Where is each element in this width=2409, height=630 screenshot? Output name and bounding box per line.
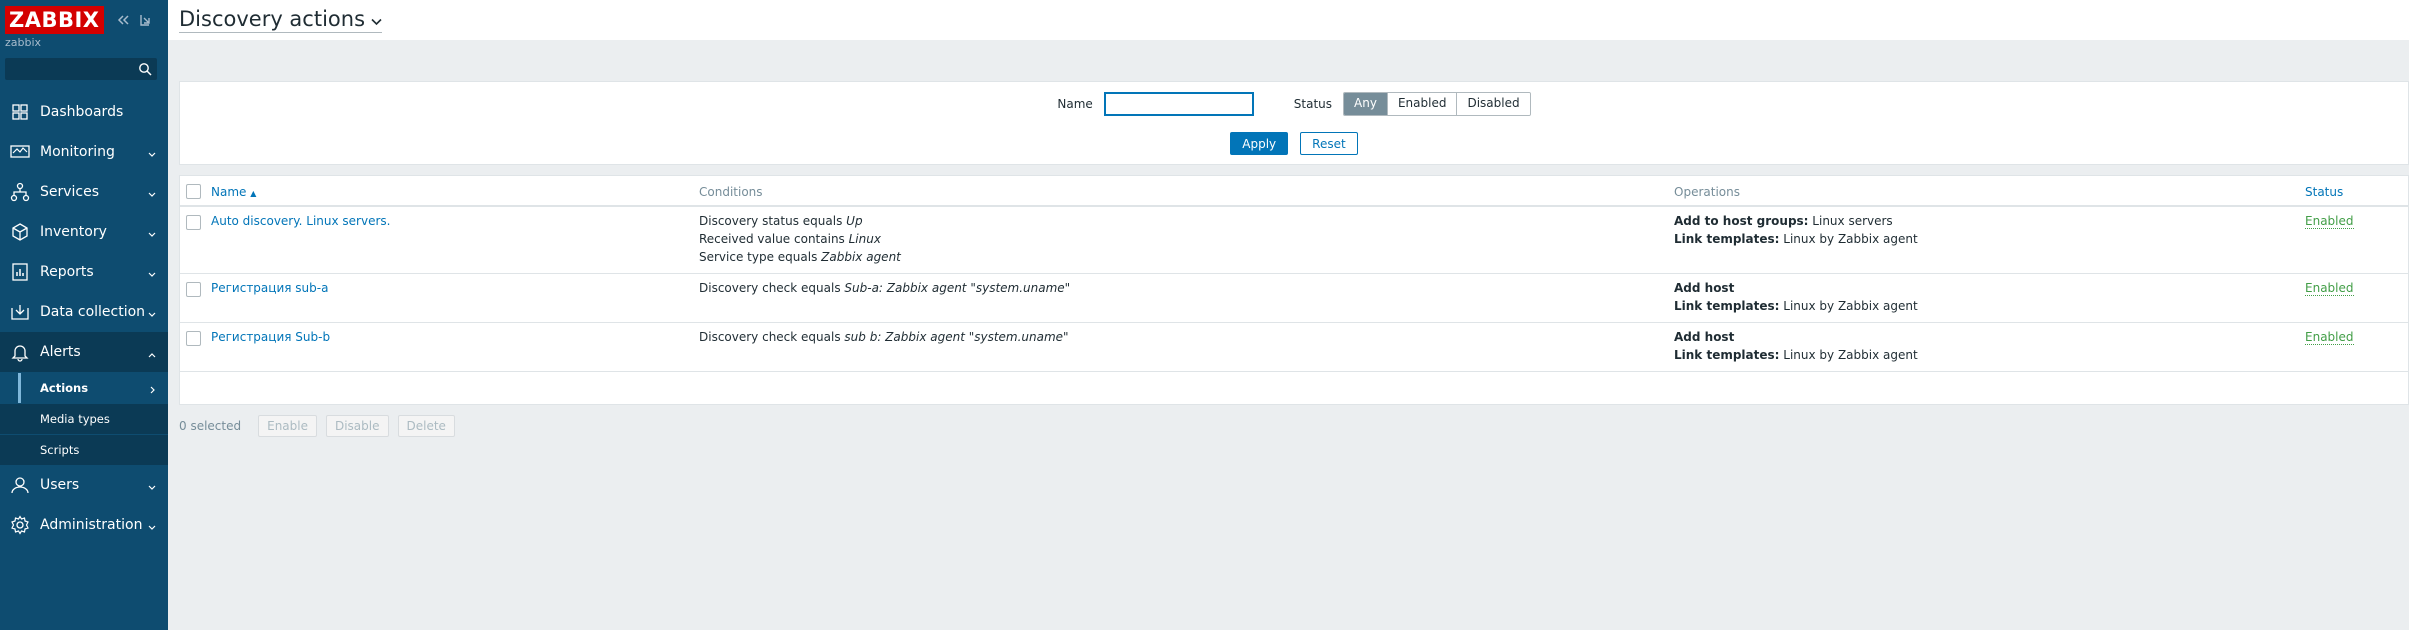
- menu-dashboards[interactable]: Dashboards: [0, 92, 168, 132]
- chevron-down-icon: [371, 7, 382, 31]
- collapse-sidebar-icon[interactable]: [116, 13, 130, 27]
- data-collection-icon: [0, 303, 40, 321]
- status-toggle[interactable]: Enabled: [2305, 212, 2354, 230]
- submenu-media-types[interactable]: Media types: [0, 403, 168, 434]
- menu-data-collection[interactable]: Data collection: [0, 292, 168, 332]
- menu-label: Reports: [40, 264, 94, 280]
- submenu-label: Media types: [40, 412, 110, 426]
- main-content: Discovery actions Name Status Any Enable…: [168, 0, 2409, 630]
- menu-label: Administration: [40, 517, 143, 533]
- menu-label: Users: [40, 477, 80, 493]
- sort-ascending-icon: ▲: [250, 189, 257, 198]
- row-checkbox[interactable]: [186, 215, 201, 230]
- actions-table: Name ▲ Conditions Operations Status Auto…: [179, 175, 2409, 405]
- name-filter-label: Name: [1057, 97, 1093, 111]
- submenu-label: Scripts: [40, 443, 80, 457]
- column-header-operations: Operations: [1674, 185, 1740, 199]
- page-title: Discovery actions: [179, 7, 366, 31]
- column-header-name[interactable]: Name ▲: [211, 185, 256, 199]
- status-filter-label: Status: [1293, 97, 1333, 111]
- row-checkbox[interactable]: [186, 331, 201, 346]
- operations-cell: Add to host groups: Linux servers Link t…: [1674, 214, 1918, 246]
- table-row: Регистрация sub-a Discovery check equals…: [180, 274, 2408, 323]
- name-filter-input[interactable]: [1103, 92, 1254, 116]
- table-row: Auto discovery. Linux servers. Discovery…: [180, 207, 2408, 274]
- menu-label: Inventory: [40, 224, 107, 240]
- menu-alerts[interactable]: Alerts: [0, 332, 168, 372]
- menu-label: Alerts: [40, 344, 81, 360]
- menu-monitoring[interactable]: Monitoring: [0, 132, 168, 172]
- submenu-label: Actions: [40, 381, 89, 395]
- selected-count: 0 selected: [179, 419, 242, 433]
- conditions-cell: Discovery status equals Up Received valu…: [699, 214, 901, 264]
- menu-users[interactable]: Users: [0, 465, 168, 505]
- status-option-enabled[interactable]: Enabled: [1386, 93, 1457, 115]
- submenu-scripts[interactable]: Scripts: [0, 434, 168, 465]
- conditions-cell: Discovery check equals Sub-a: Zabbix age…: [699, 281, 1071, 295]
- row-checkbox[interactable]: [186, 282, 201, 297]
- action-name-link[interactable]: Регистрация Sub-b: [211, 328, 330, 346]
- delete-button[interactable]: Delete: [397, 415, 455, 437]
- chevron-down-icon: [148, 187, 156, 201]
- search-input[interactable]: [6, 59, 156, 79]
- monitoring-icon: [0, 143, 40, 161]
- operations-cell: Add host Link templates: Linux by Zabbix…: [1674, 330, 1918, 362]
- chevron-down-icon: [148, 520, 156, 534]
- user-icon: [0, 475, 40, 495]
- chevron-down-icon: [148, 307, 156, 321]
- status-segmented-control: Any Enabled Disabled: [1343, 92, 1531, 116]
- dashboard-icon: [0, 103, 40, 121]
- reset-button[interactable]: Reset: [1300, 132, 1358, 155]
- operations-cell: Add host Link templates: Linux by Zabbix…: [1674, 281, 1918, 313]
- status-option-disabled[interactable]: Disabled: [1456, 93, 1530, 115]
- chevron-up-icon: [148, 347, 156, 361]
- submenu-actions[interactable]: Actions: [0, 372, 168, 403]
- bulk-actions-bar: 0 selected Enable Disable Delete: [179, 415, 464, 437]
- alerts-submenu: Actions Media types Scripts: [0, 372, 168, 465]
- conditions-cell: Discovery check equals sub b: Zabbix age…: [699, 330, 1069, 344]
- table-row: Регистрация Sub-b Discovery check equals…: [180, 323, 2408, 372]
- menu-label: Data collection: [40, 304, 146, 320]
- menu-label: Services: [40, 184, 100, 200]
- column-header-conditions: Conditions: [699, 185, 763, 199]
- status-toggle[interactable]: Enabled: [2305, 279, 2354, 297]
- page-header: Discovery actions: [168, 0, 2409, 40]
- chevron-right-icon: [150, 383, 156, 397]
- kiosk-mode-icon[interactable]: [138, 13, 152, 27]
- menu-inventory[interactable]: Inventory: [0, 212, 168, 252]
- server-name: zabbix: [5, 36, 42, 49]
- menu-reports[interactable]: Reports: [0, 252, 168, 292]
- search-field: [5, 58, 157, 80]
- reports-icon: [0, 262, 40, 282]
- menu-label: Monitoring: [40, 144, 115, 160]
- apply-button[interactable]: Apply: [1230, 132, 1289, 155]
- services-icon: [0, 182, 40, 202]
- logo-row: ZABBIX: [0, 0, 168, 40]
- action-name-link[interactable]: Auto discovery. Linux servers.: [211, 212, 390, 230]
- menu-administration[interactable]: Administration: [0, 505, 168, 545]
- table-header: Name ▲ Conditions Operations Status: [180, 176, 2408, 207]
- chevron-down-icon: [148, 227, 156, 241]
- disable-button[interactable]: Disable: [325, 415, 389, 437]
- status-toggle[interactable]: Enabled: [2305, 328, 2354, 346]
- chevron-down-icon: [148, 147, 156, 161]
- chevron-down-icon: [148, 267, 156, 281]
- search-icon[interactable]: [138, 62, 152, 79]
- chevron-down-icon: [148, 480, 156, 494]
- status-option-any[interactable]: Any: [1344, 93, 1387, 115]
- page-title-dropdown[interactable]: Discovery actions: [179, 7, 383, 33]
- column-header-status[interactable]: Status: [2305, 185, 2343, 199]
- zabbix-logo[interactable]: ZABBIX: [5, 6, 104, 34]
- inventory-icon: [0, 222, 40, 242]
- menu-services[interactable]: Services: [0, 172, 168, 212]
- main-menu: Dashboards Monitoring Services Inventory: [0, 92, 168, 545]
- enable-button[interactable]: Enable: [258, 415, 317, 437]
- select-all-checkbox[interactable]: [186, 184, 201, 199]
- action-name-link[interactable]: Регистрация sub-a: [211, 279, 328, 297]
- gear-icon: [0, 515, 40, 535]
- sidebar: ZABBIX zabbix Dashboards Monitoring Serv…: [0, 0, 168, 630]
- bell-icon: [0, 342, 40, 362]
- filter-panel: Name Status Any Enabled Disabled Apply R…: [179, 81, 2409, 165]
- menu-label: Dashboards: [40, 104, 124, 120]
